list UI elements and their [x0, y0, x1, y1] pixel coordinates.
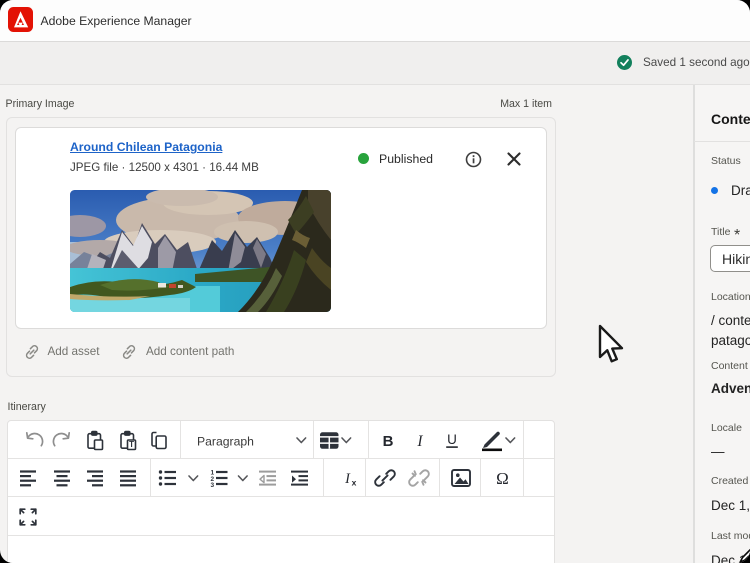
svg-text:Ω: Ω — [496, 469, 509, 488]
svg-text:B: B — [383, 433, 394, 450]
svg-text:T: T — [129, 440, 134, 449]
svg-text:3: 3 — [211, 482, 215, 489]
svg-text:I: I — [344, 471, 351, 487]
svg-text:x: x — [352, 478, 357, 488]
svg-text:U: U — [447, 432, 457, 447]
svg-text:I: I — [416, 433, 423, 450]
svg-text:Paragraph: Paragraph — [197, 435, 254, 449]
